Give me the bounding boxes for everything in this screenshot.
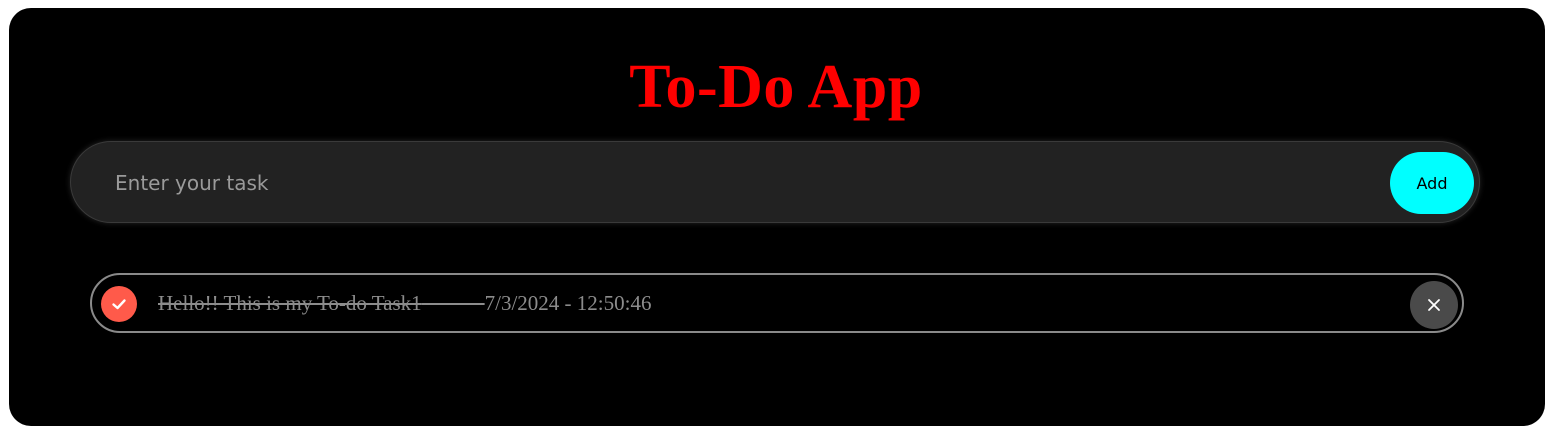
add-button[interactable]: Add xyxy=(1390,152,1474,214)
close-icon xyxy=(1428,299,1440,311)
task-list: Hello!! This is my To-do Task1 7/3/2024 … xyxy=(90,273,1464,333)
task-list-item: Hello!! This is my To-do Task1 7/3/2024 … xyxy=(90,273,1464,333)
task-timestamp: 7/3/2024 - 12:50:46 xyxy=(484,291,652,315)
task-label: Hello!! This is my To-do Task1 xyxy=(158,291,422,315)
task-complete-toggle[interactable] xyxy=(101,286,137,322)
check-icon xyxy=(112,299,126,310)
page-title: To-Do App xyxy=(629,53,923,121)
delete-task-button[interactable] xyxy=(1410,281,1458,329)
task-input-bar: Add xyxy=(70,141,1480,223)
task-input[interactable] xyxy=(113,162,1377,204)
task-text: Hello!! This is my To-do Task1 7/3/2024 … xyxy=(158,291,651,315)
